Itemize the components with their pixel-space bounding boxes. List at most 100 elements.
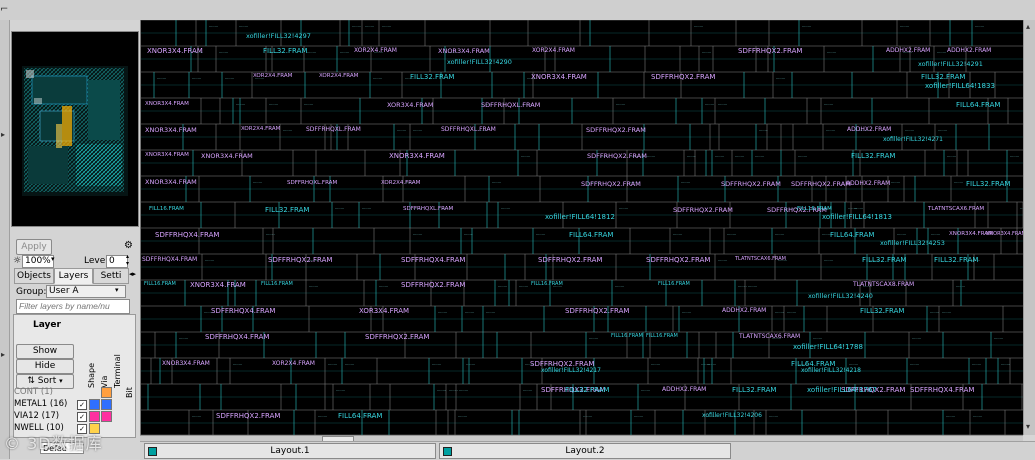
scroll-up-icon[interactable]: ▴ xyxy=(1026,22,1030,31)
cell-instance-label[interactable]: xofiller!FILL32!4217 xyxy=(541,367,601,374)
cell-instance-label[interactable]: FILL64.FRAM xyxy=(830,231,874,239)
cell-instance-label[interactable]: SDFFRHQX2.FRAM xyxy=(721,180,781,188)
cell-instance-label[interactable]: xofiller!FILL32!4253 xyxy=(880,239,945,247)
cell-instance-label[interactable]: SDFFRHQX2.FRAM xyxy=(646,256,710,264)
window-icon[interactable]: ⌐ xyxy=(0,2,8,18)
cell-instance-label[interactable]: XOR2X4.FRAM xyxy=(381,180,420,186)
cell-instance-label[interactable]: FILL16.FRAM xyxy=(646,333,678,339)
zoom-select[interactable]: 100% xyxy=(22,255,54,268)
cell-instance-label[interactable]: SDFFRHQXL.FRAM xyxy=(441,126,496,133)
cell-instance-label[interactable]: XNOR3X4.FRAM xyxy=(145,101,189,107)
gear-icon[interactable]: ⚙ xyxy=(124,240,133,251)
tab-settings[interactable]: Setti xyxy=(93,268,129,284)
cell-instance-label[interactable]: xofiller!FILL32!4240 xyxy=(808,292,873,300)
cell-instance-label[interactable]: xofiller!FILL32!4218 xyxy=(801,367,861,374)
cell-instance-label[interactable]: SDFFRHQX4.FRAM xyxy=(205,333,269,341)
cell-instance-label[interactable]: SDFFRHQX4.FRAM xyxy=(401,256,465,264)
cell-instance-label[interactable]: XOR2X4.FRAM xyxy=(319,73,358,79)
collapse-arrow-icon[interactable]: ▸ xyxy=(1,350,5,359)
cell-instance-label[interactable]: FILL32.FRAM xyxy=(732,386,776,394)
cell-instance-label[interactable]: XNOR3X4.FRAM xyxy=(201,152,253,160)
cell-instance-label[interactable]: SDFFRHQX2.FRAM xyxy=(673,206,733,214)
cell-instance-label[interactable]: FILL32.FRAM xyxy=(410,73,454,81)
layer-row-metal1[interactable]: METAL1 (16) xyxy=(14,398,67,410)
cell-instance-label[interactable]: ADDHX2.FRAM xyxy=(662,386,706,393)
cell-instance-label[interactable]: TLATNTSCAX6.FRAM xyxy=(735,256,786,262)
cell-instance-label[interactable]: FILL16.FRAM xyxy=(611,333,643,339)
cell-instance-label[interactable]: FILL32.FRAM xyxy=(862,256,906,264)
cell-instance-label[interactable]: XNOR3X4.FRAM xyxy=(531,73,587,81)
cell-instance-label[interactable]: FILL64.FRAM xyxy=(338,412,382,420)
cell-instance-label[interactable]: FILL32.FRAM xyxy=(265,206,309,214)
cell-instance-label[interactable]: XNOR3X4.FRAM xyxy=(389,152,445,160)
filter-layers-input[interactable] xyxy=(16,299,130,314)
cell-instance-label[interactable]: SDFFRHQX2.FRAM xyxy=(565,307,629,315)
cell-instance-label[interactable]: FILL16.FRAM xyxy=(658,281,690,287)
hide-button[interactable]: Hide xyxy=(16,359,74,374)
cell-instance-label[interactable]: SDFFRHQXL.FRAM xyxy=(306,126,361,133)
cell-instance-label[interactable]: FILL32.FRAM xyxy=(263,47,307,55)
cell-instance-label[interactable]: XNOR3X4.FRAM xyxy=(190,281,246,289)
tab-layout-2[interactable]: Layout.2 xyxy=(439,443,731,459)
tab-scroll-arrows[interactable]: ◂▸ xyxy=(129,270,136,278)
cell-instance-label[interactable]: TLATNTSCAX6.FRAM xyxy=(739,333,800,340)
cell-instance-label[interactable]: ADDHX2.FRAM xyxy=(947,47,991,54)
cell-instance-label[interactable]: XOR2X4.FRAM xyxy=(241,126,280,132)
cell-instance-label[interactable]: SDFFRHQX4.FRAM xyxy=(155,231,219,239)
overview-minimap[interactable] xyxy=(11,31,139,227)
cell-instance-label[interactable]: XNOR3X4.FRAM xyxy=(145,126,197,134)
cell-instance-label[interactable]: XNOR3X4.FRAM xyxy=(145,152,189,158)
cell-instance-label[interactable]: FILL32.FRAM xyxy=(966,180,1010,188)
cell-instance-label[interactable]: SDFFRHQX2.FRAM xyxy=(791,180,851,188)
show-button[interactable]: Show xyxy=(16,344,74,359)
cell-instance-label[interactable]: xofiller!FILL64!1767 xyxy=(807,386,877,394)
cell-instance-label[interactable]: FILL64.FRAM xyxy=(956,101,1000,109)
apply-button[interactable]: Apply xyxy=(16,239,52,255)
cell-instance-label[interactable]: SDFFRHQX4.FRAM xyxy=(910,386,974,394)
chevron-down-icon[interactable]: ▾ xyxy=(51,255,55,263)
cell-instance-label[interactable]: ADDHX2.FRAM xyxy=(847,126,891,133)
cell-instance-label[interactable]: XOR2X4.FRAM xyxy=(532,47,575,54)
tab-layers[interactable]: Layers xyxy=(54,268,93,284)
cell-instance-label[interactable]: FILL32.FRAM xyxy=(934,256,978,264)
cell-instance-label[interactable]: XOR3X4.FRAM xyxy=(387,101,434,109)
cell-instance-label[interactable]: xofiller!FILL32!4271 xyxy=(883,136,943,143)
cell-instance-label[interactable]: SDFFRHQX2.FRAM xyxy=(538,256,602,264)
cell-instance-label[interactable]: TLATNTSCAX8.FRAM xyxy=(853,281,914,288)
cell-instance-label[interactable]: FILL16.FRAM xyxy=(531,281,563,287)
cell-instance-label[interactable]: XNOR3X4.FRAM xyxy=(145,178,197,186)
cell-instance-label[interactable]: xofiller!FILL32!4291 xyxy=(918,60,983,68)
visibility-checkbox[interactable]: ✓ xyxy=(77,400,87,410)
cell-instance-label[interactable]: SDFFRHQX2.FRAM xyxy=(587,152,647,160)
level-input[interactable]: 0 xyxy=(106,255,128,268)
cell-instance-label[interactable]: ADDHX2.FRAM xyxy=(722,307,766,314)
cell-instance-label[interactable]: FILL64.FRAM xyxy=(569,231,613,239)
layout-canvas[interactable]: ........................................… xyxy=(140,20,1024,435)
cell-instance-label[interactable]: SDFFRHQX2.FRAM xyxy=(586,126,646,134)
cell-instance-label[interactable]: XNOR3X4.FRAM xyxy=(162,360,210,367)
cell-instance-label[interactable]: SDFFRHQX2.FRAM xyxy=(581,180,641,188)
cell-instance-label[interactable]: XOR2X4.FRAM xyxy=(354,47,397,54)
group-select[interactable]: User A xyxy=(46,285,126,298)
cell-instance-label[interactable]: SDFFRHQX2.FRAM xyxy=(738,47,802,55)
vertical-scrollbar[interactable]: ▴ ▾ xyxy=(1023,20,1035,435)
cell-instance-label[interactable]: SDFFRHQX2.FRAM xyxy=(365,333,429,341)
cell-instance-label[interactable]: SDFFRHQX4.FRAM xyxy=(142,256,197,263)
cell-instance-label[interactable]: SDFFRHQXL.FRAM xyxy=(287,180,337,186)
cell-instance-label[interactable]: XOR3X4.FRAM xyxy=(359,307,409,315)
cell-instance-label[interactable]: xofiller!FILL32!4297 xyxy=(246,32,311,40)
cell-instance-label[interactable]: SDFFRHQX2.FRAM xyxy=(268,256,332,264)
cell-instance-label[interactable]: SDFFRHQX2.FRAM xyxy=(401,281,465,289)
cell-instance-label[interactable]: XOR2X4.FRAM xyxy=(253,73,292,79)
cell-instance-label[interactable]: xofiller!FILL32!4206 xyxy=(702,412,762,419)
cell-instance-label[interactable]: FILL32.FRAM xyxy=(851,152,895,160)
cell-instance-label[interactable]: XNOR3X4.FRAM xyxy=(147,47,203,55)
cell-instance-label[interactable]: SDFFRHQXL.FRAM xyxy=(481,101,540,109)
chevron-down-icon[interactable]: ▾ xyxy=(115,286,119,294)
layer-row-via12[interactable]: VIA12 (17) xyxy=(14,410,59,422)
cell-instance-label[interactable]: SDFFRHQX2.FRAM xyxy=(651,73,715,81)
cell-instance-label[interactable]: FILL32.FRAM xyxy=(565,386,609,394)
cell-instance-label[interactable]: SDFFRHQX2.FRAM xyxy=(216,412,280,420)
cell-instance-label[interactable]: xofiller!FILL64!1788 xyxy=(793,343,863,351)
cell-instance-label[interactable]: FILL16.FRAM xyxy=(144,281,176,287)
